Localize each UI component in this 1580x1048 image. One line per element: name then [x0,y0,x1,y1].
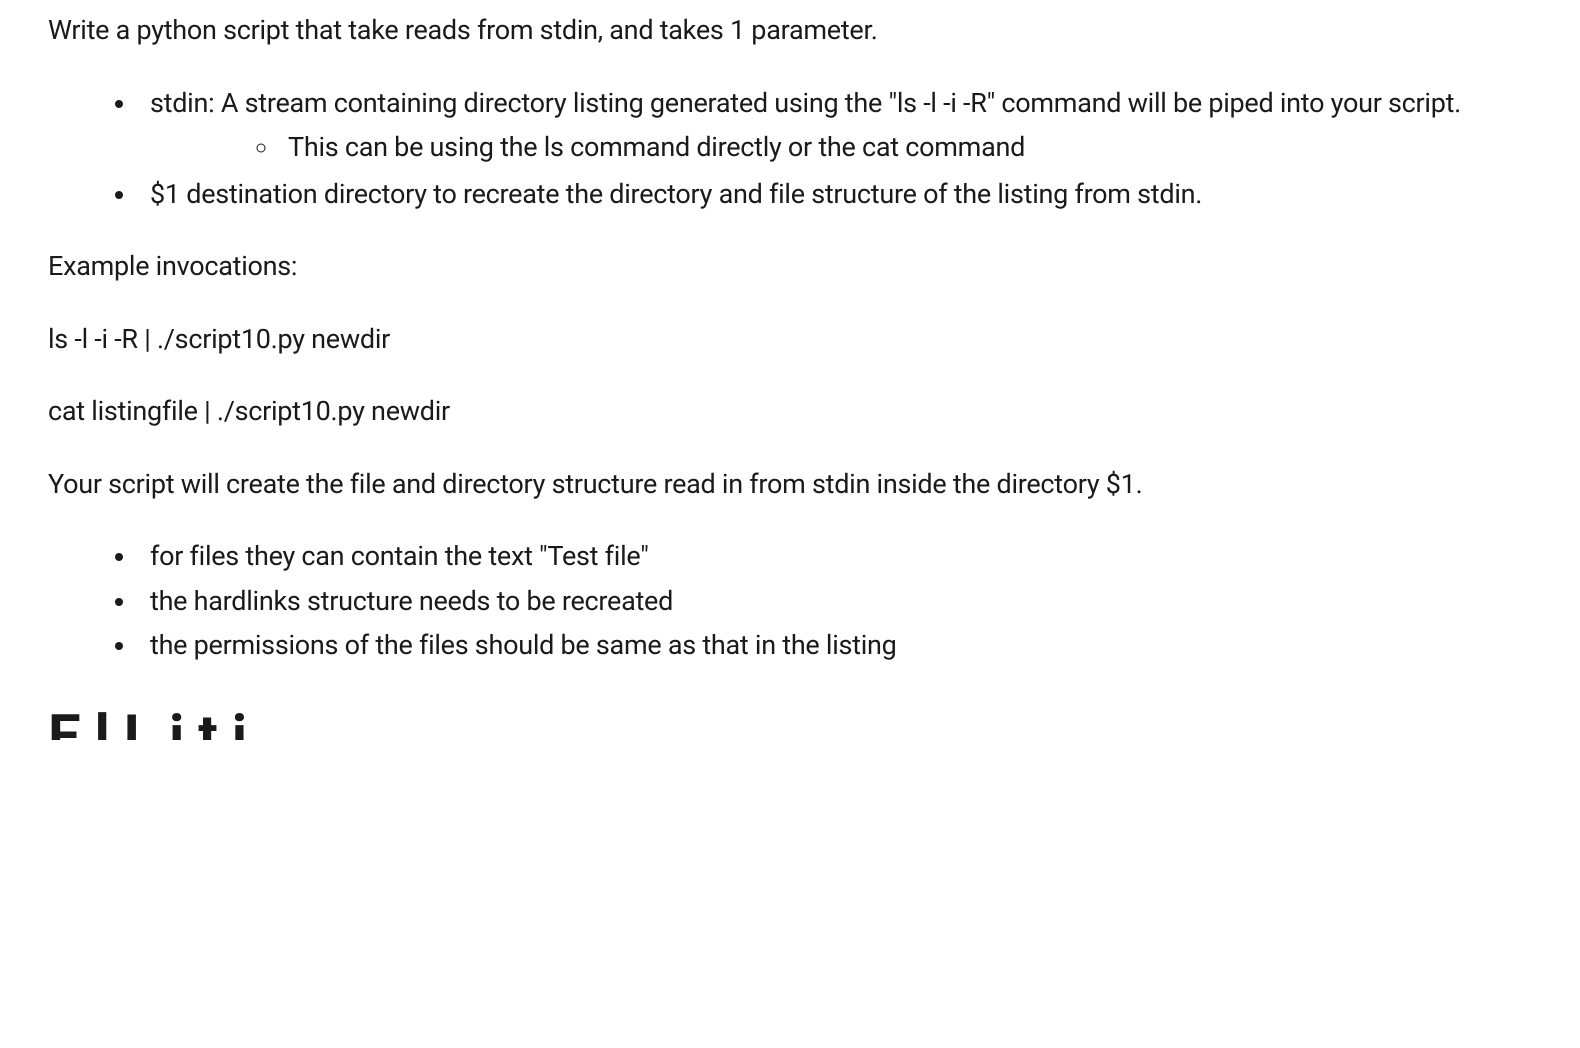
partial-heading: E l L i t i [48,706,1532,740]
behavior-item: the hardlinks structure needs to be recr… [138,581,1532,622]
requirements-list: stdin: A stream containing directory lis… [48,83,1532,215]
requirement-item: stdin: A stream containing directory lis… [138,83,1532,168]
example-invocation-2: cat listingfile | ./script10.py newdir [48,391,1532,432]
requirement-item: $1 destination directory to recreate the… [138,174,1532,215]
sub-requirement-item: This can be using the ls command directl… [280,127,1532,168]
behavior-item: the permissions of the files should be s… [138,625,1532,666]
behavior-list: for files they can contain the text "Tes… [48,536,1532,666]
behavior-item: for files they can contain the text "Tes… [138,536,1532,577]
intro-paragraph: Write a python script that take reads fr… [48,10,1532,51]
requirement-text: stdin: A stream containing directory lis… [150,87,1461,119]
sub-requirements-list: This can be using the ls command directl… [150,127,1532,168]
description-paragraph: Your script will create the file and dir… [48,464,1532,505]
example-heading: Example invocations: [48,246,1532,287]
example-invocation-1: ls -l -i -R | ./script10.py newdir [48,319,1532,360]
